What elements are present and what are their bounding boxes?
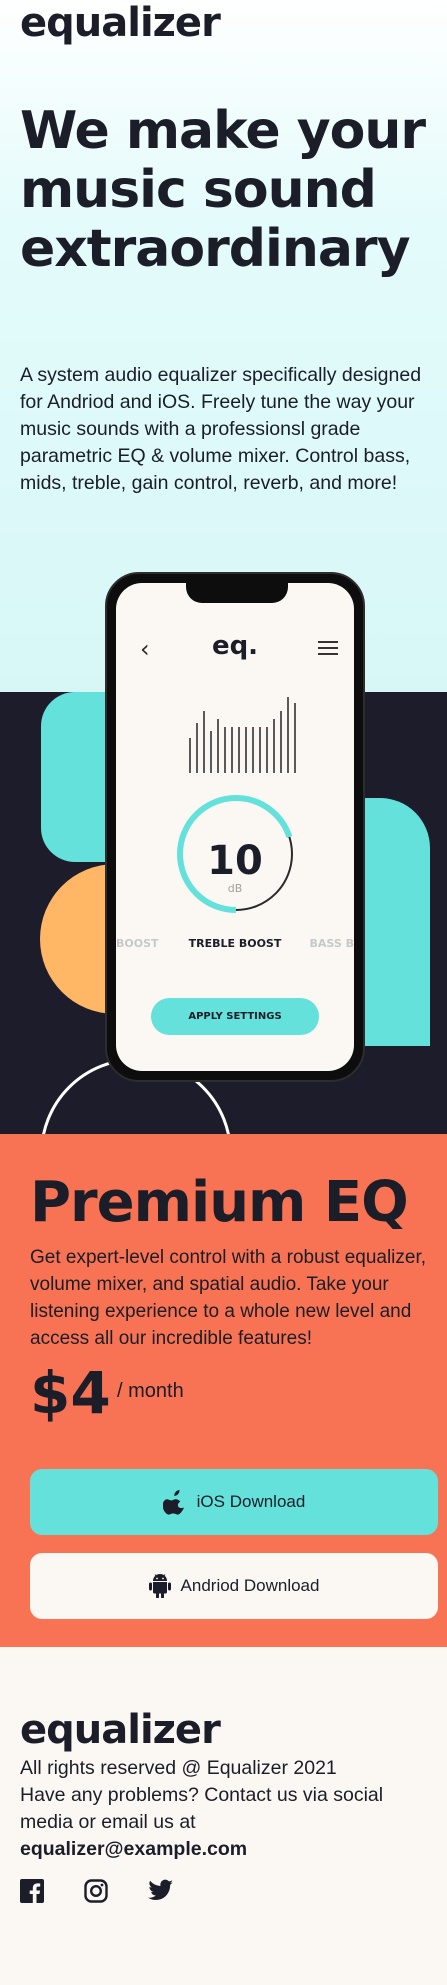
- instagram-icon[interactable]: [84, 1879, 108, 1903]
- premium-section: Premium EQ Get expert-level control with…: [0, 1134, 447, 1647]
- contact-email-link[interactable]: equalizer@example.com: [20, 1836, 420, 1863]
- hamburger-menu-icon[interactable]: [318, 641, 338, 659]
- price: $4: [30, 1359, 111, 1427]
- price-period: / month: [117, 1380, 184, 1402]
- facebook-icon[interactable]: [20, 1879, 44, 1903]
- premium-description: Get expert-level control with a robust e…: [30, 1247, 427, 1349]
- teal-shape-right: [360, 798, 430, 1046]
- dial-value: 10: [207, 838, 263, 884]
- preset-option[interactable]: BASS B: [310, 937, 354, 950]
- contact-text: Have any problems? Contact us via social…: [20, 1784, 384, 1833]
- phone-screen: ‹ eq. 10 dB BOOST TREBLE BOOST BASS B AP…: [116, 583, 354, 1071]
- footer-text: All rights reserved @ Equalizer 2021 Hav…: [20, 1755, 420, 1863]
- apple-icon: [162, 1490, 184, 1515]
- apply-settings-button[interactable]: APPLY SETTINGS: [151, 998, 319, 1035]
- phone-mockup: ‹ eq. 10 dB BOOST TREBLE BOOST BASS B AP…: [105, 572, 365, 1082]
- android-download-label: Andriod Download: [180, 1576, 320, 1595]
- footer-logo[interactable]: equalizer: [20, 1707, 221, 1753]
- hero-title: We make your music sound extraordinary: [20, 101, 426, 279]
- footer: equalizer All rights reserved @ Equalize…: [0, 1647, 447, 1985]
- ios-download-button[interactable]: iOS Download: [30, 1469, 438, 1535]
- social-links: [20, 1879, 174, 1903]
- phone-notch: [186, 583, 288, 603]
- equalizer-bars-graphic: [189, 697, 296, 773]
- ios-download-label: iOS Download: [196, 1492, 306, 1511]
- copyright-text: All rights reserved @ Equalizer 2021: [20, 1757, 337, 1779]
- hero-description: A system audio equalizer specifically de…: [20, 364, 422, 494]
- twitter-icon[interactable]: [148, 1879, 174, 1901]
- dial-unit: dB: [227, 882, 243, 895]
- premium-title: Premium EQ: [30, 1170, 409, 1235]
- logo[interactable]: equalizer: [20, 0, 221, 46]
- equalizer-bars: [186, 693, 306, 773]
- android-icon: [148, 1574, 171, 1598]
- android-download-button[interactable]: Andriod Download: [30, 1553, 438, 1619]
